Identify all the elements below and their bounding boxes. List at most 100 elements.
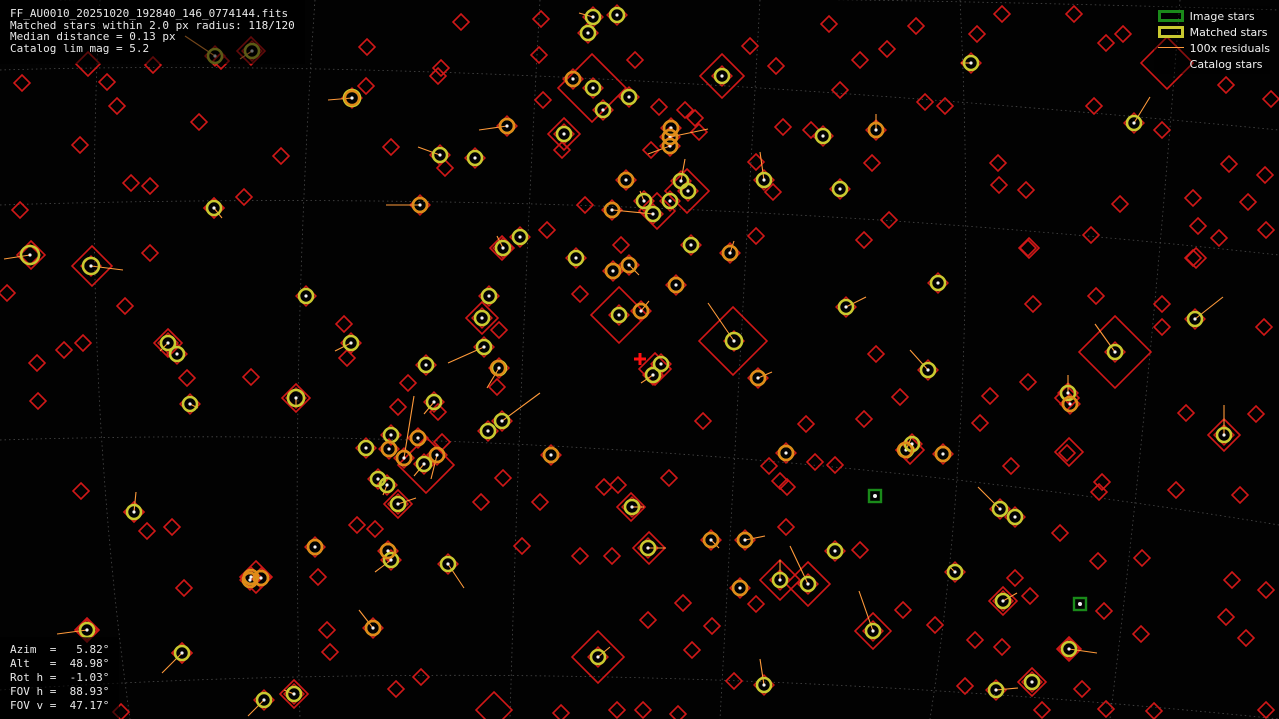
catalog-star (766, 56, 786, 76)
star-core (350, 96, 354, 100)
star-core (376, 477, 380, 481)
star-core (627, 95, 631, 99)
catalog-star (1081, 225, 1101, 245)
catalog-star (533, 90, 553, 110)
star-core (262, 698, 266, 702)
catalog-star (27, 353, 47, 373)
catalog-star (682, 640, 702, 660)
catalog-star (388, 397, 408, 417)
star-core (639, 309, 643, 313)
catalog-star (1236, 628, 1256, 648)
catalog-star (970, 413, 990, 433)
catalog-star (493, 468, 513, 488)
star-core (132, 510, 136, 514)
star-core (438, 153, 442, 157)
grid-line (0, 674, 1279, 719)
catalog-star (431, 58, 451, 78)
star-core (486, 429, 490, 433)
star-core (432, 400, 436, 404)
catalog-star (819, 14, 839, 34)
catalog-star (825, 455, 845, 475)
grid-line (719, 0, 761, 719)
catalog-star (759, 456, 779, 476)
catalog-star (1261, 89, 1279, 109)
catalog-star (1183, 188, 1203, 208)
star-core (833, 549, 837, 553)
catalog-star (1152, 317, 1172, 337)
star-core (212, 206, 216, 210)
catalog-star (234, 187, 254, 207)
catalog-star-bright (474, 690, 514, 719)
star-core (1067, 647, 1071, 651)
star-core (936, 281, 940, 285)
catalog-star (54, 340, 74, 360)
residual-line (977, 486, 1001, 510)
catalog-star (177, 368, 197, 388)
catalog-star (1209, 228, 1229, 248)
catalog-star (137, 521, 157, 541)
star-core (586, 31, 590, 35)
info-panel: FF_AU0010_20251020_192840_146_0774144.fi… (0, 0, 305, 64)
residual-line (447, 563, 465, 589)
star-core (549, 453, 553, 457)
catalog-star (1222, 570, 1242, 590)
catalog-star (685, 108, 705, 128)
catalog-star (1020, 586, 1040, 606)
catalog-star (607, 700, 627, 719)
catalog-star (1072, 679, 1092, 699)
star-core (784, 451, 788, 455)
catalog-star (796, 414, 816, 434)
star-core (596, 655, 600, 659)
legend: Image stars Matched stars 100x residuals… (1153, 6, 1270, 74)
azimuth-readout: Azim = 5.82° (10, 643, 110, 656)
star-core (762, 683, 766, 687)
catalog-star (673, 593, 693, 613)
star-core (180, 651, 184, 655)
star-core (422, 462, 426, 466)
star-core (188, 402, 192, 406)
star-core (562, 132, 566, 136)
catalog-star (1096, 33, 1116, 53)
catalog-star (638, 610, 658, 630)
star-core (998, 507, 1002, 511)
star-core (473, 156, 477, 160)
catalog-star (693, 411, 713, 431)
legend-residuals-label: 100x residuals (1189, 41, 1270, 55)
grid-line (509, 0, 541, 719)
median-distance-text: Median distance = 0.13 px (10, 30, 176, 43)
star-core (387, 447, 391, 451)
star-core (591, 15, 595, 19)
catalog-star (347, 515, 367, 535)
star-core (668, 199, 672, 203)
catalog-star (241, 367, 261, 387)
residual-line (680, 158, 686, 182)
star-core (313, 545, 317, 549)
matched-star-swatch-icon (1157, 26, 1184, 38)
star-core (89, 264, 93, 268)
catalog-star (877, 39, 897, 59)
catalog-star (97, 72, 117, 92)
catalog-star (955, 676, 975, 696)
legend-matched-stars: Matched stars (1157, 24, 1270, 40)
star-core (497, 366, 501, 370)
catalog-star (115, 296, 135, 316)
residuals-layer (3, 12, 1225, 717)
star-core (418, 203, 422, 207)
catalog-star (611, 235, 631, 255)
catalog-star (850, 50, 870, 70)
catalog-star (1256, 700, 1276, 719)
star-core (821, 134, 825, 138)
residual-line (1094, 323, 1116, 353)
catalog-star (1144, 701, 1164, 719)
catalog-star (890, 387, 910, 407)
catalog-star (529, 45, 549, 65)
star-core (601, 108, 605, 112)
catalog-star (641, 140, 661, 160)
residual-line (90, 265, 124, 271)
catalog-star (1113, 24, 1133, 44)
star-core (941, 452, 945, 456)
residual-line (759, 658, 765, 686)
catalog-star (1131, 624, 1151, 644)
star-core (1222, 433, 1226, 437)
catalog-star (334, 314, 354, 334)
